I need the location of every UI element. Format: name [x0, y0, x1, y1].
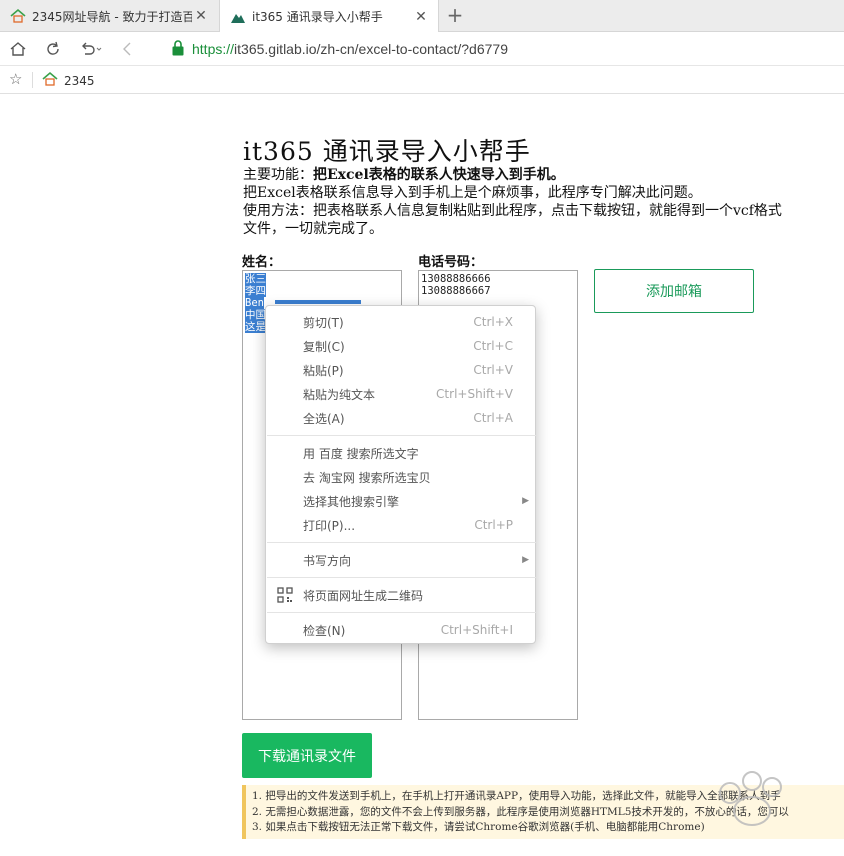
- lock-icon: [171, 39, 187, 59]
- qr-code-icon: [277, 587, 293, 603]
- feature-line: 主要功能：把Excel表格的联系人快速导入到手机。: [243, 167, 565, 183]
- menu-label: 粘贴为纯文本: [303, 387, 376, 402]
- menu-item-baidu-search[interactable]: 用 百度 搜索所选文字: [266, 441, 537, 465]
- usage-line-2: 文件，一切就完成了。: [243, 221, 383, 237]
- menu-shortcut: Ctrl+V: [473, 363, 513, 377]
- menu-item-select-all[interactable]: 全选(A) Ctrl+A: [266, 406, 537, 430]
- menu-label: 全选(A): [303, 411, 345, 426]
- menu-shortcut: Ctrl+P: [474, 518, 513, 532]
- house-icon: [10, 8, 26, 24]
- name-line: 张三: [245, 273, 266, 285]
- menu-label: 去 淘宝网 搜索所选宝贝: [303, 470, 431, 485]
- menu-separator: [267, 542, 536, 543]
- tab-title: it365 通讯录导入小帮手: [252, 10, 383, 24]
- menu-label: 粘贴(P): [303, 363, 344, 378]
- submenu-arrow-icon: ▶: [522, 496, 529, 506]
- address-bar-row: https://it365.gitlab.io/zh-cn/excel-to-c…: [0, 32, 844, 66]
- menu-label: 剪切(T): [303, 315, 344, 330]
- phone-line: 13088886666: [421, 273, 491, 285]
- menu-shortcut: Ctrl+Shift+V: [436, 387, 513, 401]
- gitlab-mountain-icon: [230, 9, 246, 25]
- menu-item-inspect[interactable]: 检查(N) Ctrl+Shift+I: [266, 618, 537, 642]
- close-tab-icon[interactable]: ✕: [192, 8, 210, 24]
- usage-line: 使用方法：把表格联系人信息复制粘贴到此程序，点击下载按钮，就能得到一个vcf格式: [243, 203, 782, 219]
- phone-column-header: 电话号码：: [418, 255, 484, 270]
- page-title: it365 通讯录导入小帮手: [243, 137, 531, 166]
- add-email-button[interactable]: 添加邮箱: [594, 269, 754, 313]
- menu-label: 打印(P)...: [303, 518, 356, 533]
- download-contacts-button[interactable]: 下载通讯录文件: [242, 733, 372, 778]
- menu-item-writing-direction[interactable]: 书写方向 ▶: [266, 548, 537, 572]
- name-line: 李四: [245, 285, 266, 297]
- feature-prefix: 主要功能：: [243, 167, 313, 183]
- menu-label: 检查(N): [303, 623, 346, 638]
- menu-item-paste-plain[interactable]: 粘贴为纯文本 Ctrl+Shift+V: [266, 382, 537, 406]
- menu-label: 用 百度 搜索所选文字: [303, 446, 419, 461]
- submenu-arrow-icon: ▶: [522, 555, 529, 565]
- menu-item-other-engine[interactable]: 选择其他搜索引擎 ▶: [266, 489, 537, 513]
- menu-shortcut: Ctrl+Shift+I: [440, 623, 513, 637]
- menu-separator: [267, 612, 536, 613]
- menu-label: 选择其他搜索引擎: [303, 494, 400, 509]
- watermark-icon: [719, 771, 782, 826]
- home-icon[interactable]: [7, 38, 29, 60]
- menu-separator: [267, 577, 536, 578]
- name-line: 这是: [245, 321, 266, 333]
- menu-label: 将页面网址生成二维码: [303, 588, 424, 603]
- menu-item-print[interactable]: 打印(P)... Ctrl+P: [266, 513, 537, 537]
- divider: [32, 72, 33, 88]
- menu-item-paste[interactable]: 粘贴(P) Ctrl+V: [266, 358, 537, 382]
- tab-2345[interactable]: 2345网址导航 - 致力于打造百 ✕: [0, 0, 218, 32]
- new-tab-button[interactable]: +: [444, 4, 466, 26]
- star-icon[interactable]: ☆: [9, 70, 22, 88]
- menu-item-taobao-search[interactable]: 去 淘宝网 搜索所选宝贝: [266, 465, 537, 489]
- menu-shortcut: Ctrl+A: [473, 411, 513, 425]
- refresh-icon[interactable]: [42, 38, 64, 60]
- menu-item-cut[interactable]: 剪切(T) Ctrl+X: [266, 310, 537, 334]
- bookmark-bar: ☆ 2345: [0, 66, 844, 94]
- url-scheme: https://: [192, 41, 235, 57]
- phone-line: 13088886667: [421, 285, 491, 297]
- selection-highlight: [275, 300, 361, 304]
- menu-item-copy[interactable]: 复制(C) Ctrl+C: [266, 334, 537, 358]
- menu-shortcut: Ctrl+C: [473, 339, 513, 353]
- close-tab-icon[interactable]: ✕: [412, 9, 430, 25]
- menu-shortcut: Ctrl+X: [473, 315, 513, 329]
- description-line: 把Excel表格联系信息导入到手机上是个麻烦事，此程序专门解决此问题。: [243, 185, 702, 201]
- tab-it365[interactable]: it365 通讯录导入小帮手 ✕: [219, 0, 439, 33]
- tab-strip: 2345网址导航 - 致力于打造百 ✕ it365 通讯录导入小帮手 ✕ +: [0, 0, 844, 33]
- menu-item-qr-code[interactable]: 将页面网址生成二维码: [266, 583, 537, 607]
- context-menu: 剪切(T) Ctrl+X 复制(C) Ctrl+C 粘贴(P) Ctrl+V 粘贴为纯…: [265, 305, 536, 644]
- undo-close-icon[interactable]: [78, 38, 106, 60]
- menu-label: 书写方向: [303, 553, 352, 568]
- name-column-header: 姓名：: [242, 255, 282, 270]
- name-line: 中国: [245, 309, 266, 321]
- back-icon[interactable]: [117, 38, 139, 60]
- url-path: it365.gitlab.io/zh-cn/excel-to-contact/?…: [234, 41, 508, 57]
- feature-bold: 把Excel表格的联系人快速导入到手机。: [313, 167, 565, 183]
- name-line: Ben: [245, 297, 264, 309]
- menu-label: 复制(C): [303, 339, 345, 354]
- menu-separator: [267, 435, 536, 436]
- url-field[interactable]: https://it365.gitlab.io/zh-cn/excel-to-c…: [192, 40, 508, 58]
- house-icon: [42, 71, 58, 90]
- bookmark-label: 2345: [64, 73, 95, 88]
- tab-title: 2345网址导航 - 致力于打造百: [32, 9, 192, 24]
- bookmark-2345[interactable]: 2345: [42, 71, 95, 90]
